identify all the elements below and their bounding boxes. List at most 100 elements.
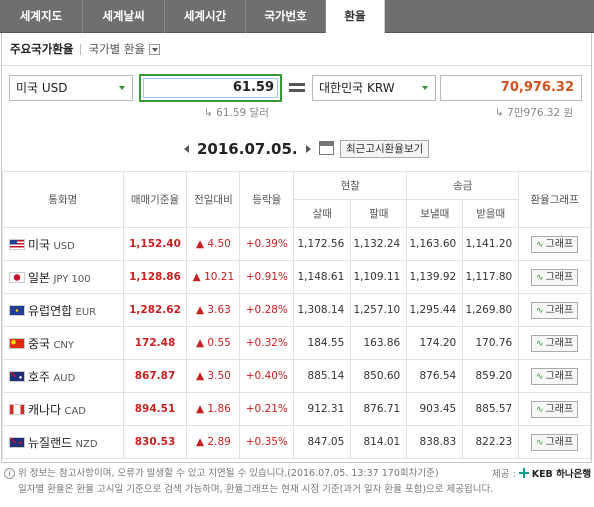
- graph-button[interactable]: ∿ 그래프: [531, 235, 579, 253]
- source-credit: 제공 : KEB 하나은행: [492, 466, 591, 480]
- amount-input[interactable]: 61.59: [139, 74, 282, 102]
- table-row: 일본 JPY 100 1,128.86 ▲ 10.21 +0.91% 1,148…: [2, 260, 591, 294]
- graph-cell: ∿ 그래프: [518, 227, 591, 261]
- remit-recv: 1,117.80: [462, 260, 520, 294]
- currency-name-cell: 캐나다 CAD: [2, 392, 124, 426]
- tab-exchange-rate[interactable]: 환율: [326, 0, 385, 33]
- result-text: ↳ 7만976.32 원: [495, 107, 574, 119]
- currency-name[interactable]: 호주: [28, 370, 50, 384]
- table-row: 호주 AUD 867.87 ▲ 3.50 +0.40% 885.14 850.6…: [2, 359, 591, 393]
- date-label: 2016.07.05.: [197, 140, 298, 158]
- col-header-cash-sell: 팔때: [350, 199, 408, 228]
- amount-text: ↳ 61.59 달러: [204, 107, 269, 119]
- base-rate: 1,128.86: [122, 260, 188, 294]
- to-currency-select[interactable]: 대한민국 KRW: [312, 75, 436, 101]
- next-date-icon[interactable]: [305, 145, 311, 153]
- amount-text-value: 61.59 달러: [216, 107, 269, 119]
- subheader-title: 주요국가환율: [10, 42, 74, 56]
- chart-icon: ∿: [536, 404, 544, 415]
- chevron-down-icon: [119, 86, 125, 90]
- tab-world-map[interactable]: 세계지도: [0, 0, 83, 33]
- cash-buy: 847.05: [293, 425, 352, 459]
- base-rate: 1,152.40: [122, 227, 188, 261]
- prev-date-icon[interactable]: [184, 145, 189, 153]
- cash-sell: 1,257.10: [350, 293, 408, 327]
- table-row: 유럽연합 EUR 1,282.62 ▲ 3.63 +0.28% 1,308.14…: [2, 293, 591, 327]
- remit-send: 903.45: [406, 392, 464, 426]
- graph-cell: ∿ 그래프: [518, 293, 591, 327]
- keb-hana-logo-icon: [518, 468, 529, 478]
- remit-recv: 859.20: [462, 359, 520, 393]
- change-value: ▲ 2.89: [186, 425, 241, 459]
- chevron-down-icon[interactable]: [149, 43, 161, 55]
- currency-name[interactable]: 중국: [28, 337, 50, 351]
- subheader: 주요국가환율 국가별 환율: [10, 41, 161, 57]
- cash-buy: 1,148.61: [293, 260, 352, 294]
- currency-name-cell: 호주 AUD: [2, 359, 124, 393]
- graph-button[interactable]: ∿ 그래프: [531, 268, 579, 286]
- recent-rates-button[interactable]: 최근고시환율보기: [340, 140, 430, 158]
- chart-icon: ∿: [536, 437, 544, 448]
- change-value: ▲ 1.86: [186, 392, 241, 426]
- change-value: ▲ 10.21: [186, 260, 241, 294]
- cash-sell: 876.71: [350, 392, 408, 426]
- chart-icon: ∿: [536, 371, 544, 382]
- exchange-panel: 주요국가환율 국가별 환율 미국 USD 61.59 대한민국 KRW 70,9…: [1, 33, 592, 463]
- currency-name[interactable]: 유럽연합: [28, 304, 72, 318]
- cash-buy: 184.55: [293, 326, 352, 360]
- chart-icon: ∿: [536, 239, 544, 250]
- us-flag-icon: [9, 238, 25, 250]
- country-rate-dropdown[interactable]: 국가별 환율: [88, 41, 145, 57]
- currency-name[interactable]: 일본: [28, 271, 50, 285]
- graph-button[interactable]: ∿ 그래프: [531, 400, 579, 418]
- ca-flag-icon: [9, 403, 25, 415]
- cash-sell: 163.86: [350, 326, 408, 360]
- currency-code: CNY: [53, 339, 75, 351]
- graph-button-label: 그래프: [545, 304, 574, 316]
- remit-send: 838.83: [406, 425, 464, 459]
- col-header-rate: 등락율: [239, 171, 295, 228]
- from-currency-select[interactable]: 미국 USD: [9, 75, 133, 101]
- currency-name[interactable]: 캐나다: [28, 403, 61, 417]
- change-value: ▲ 4.50: [186, 227, 241, 261]
- change-rate: +0.21%: [239, 392, 295, 426]
- remit-recv: 822.23: [462, 425, 520, 459]
- tab-world-weather[interactable]: 세계날씨: [83, 0, 165, 33]
- currency-name[interactable]: 뉴질랜드: [28, 436, 72, 450]
- col-header-remit-recv: 받을때: [462, 199, 520, 228]
- footer-text-1: 위 정보는 참고사항이며, 오류가 발생할 수 있고 지연될 수 있습니다.(2…: [18, 468, 439, 479]
- graph-button-label: 그래프: [545, 436, 574, 448]
- change-value: ▲ 0.55: [186, 326, 241, 360]
- result-text-value: 7만976.32 원: [507, 107, 574, 119]
- col-header-cash: 현찰: [293, 171, 408, 200]
- cash-buy: 885.14: [293, 359, 352, 393]
- graph-button-label: 그래프: [545, 337, 574, 349]
- cash-sell: 1,109.11: [350, 260, 408, 294]
- currency-name-cell: 중국 CNY: [2, 326, 124, 360]
- divider: [2, 65, 591, 66]
- graph-button[interactable]: ∿ 그래프: [531, 367, 579, 385]
- graph-cell: ∿ 그래프: [518, 392, 591, 426]
- calendar-icon[interactable]: [319, 141, 334, 155]
- graph-button[interactable]: ∿ 그래프: [531, 334, 579, 352]
- tab-world-time[interactable]: 세계시간: [165, 0, 246, 33]
- amount-value: 61.59: [232, 80, 274, 95]
- graph-cell: ∿ 그래프: [518, 260, 591, 294]
- change-value: ▲ 3.63: [186, 293, 241, 327]
- graph-button[interactable]: ∿ 그래프: [531, 433, 579, 451]
- chevron-down-icon: [422, 86, 428, 90]
- change-value: ▲ 3.50: [186, 359, 241, 393]
- currency-name[interactable]: 미국: [28, 238, 50, 252]
- footer-text-2: 일자별 환율은 환율 고시일 기준으로 검색 가능하며, 환율그래프는 현재 시…: [18, 484, 494, 495]
- graph-button[interactable]: ∿ 그래프: [531, 301, 579, 319]
- remit-recv: 1,141.20: [462, 227, 520, 261]
- equals-icon: [289, 83, 305, 93]
- col-header-remit: 송금: [406, 171, 520, 200]
- base-rate: 1,282.62: [122, 293, 188, 327]
- tab-country-code[interactable]: 국가번호: [246, 0, 326, 33]
- currency-name-cell: 뉴질랜드 NZD: [2, 425, 124, 459]
- base-rate: 867.87: [122, 359, 188, 393]
- currency-code: JPY 100: [53, 273, 91, 285]
- cash-buy: 1,172.56: [293, 227, 352, 261]
- remit-recv: 170.76: [462, 326, 520, 360]
